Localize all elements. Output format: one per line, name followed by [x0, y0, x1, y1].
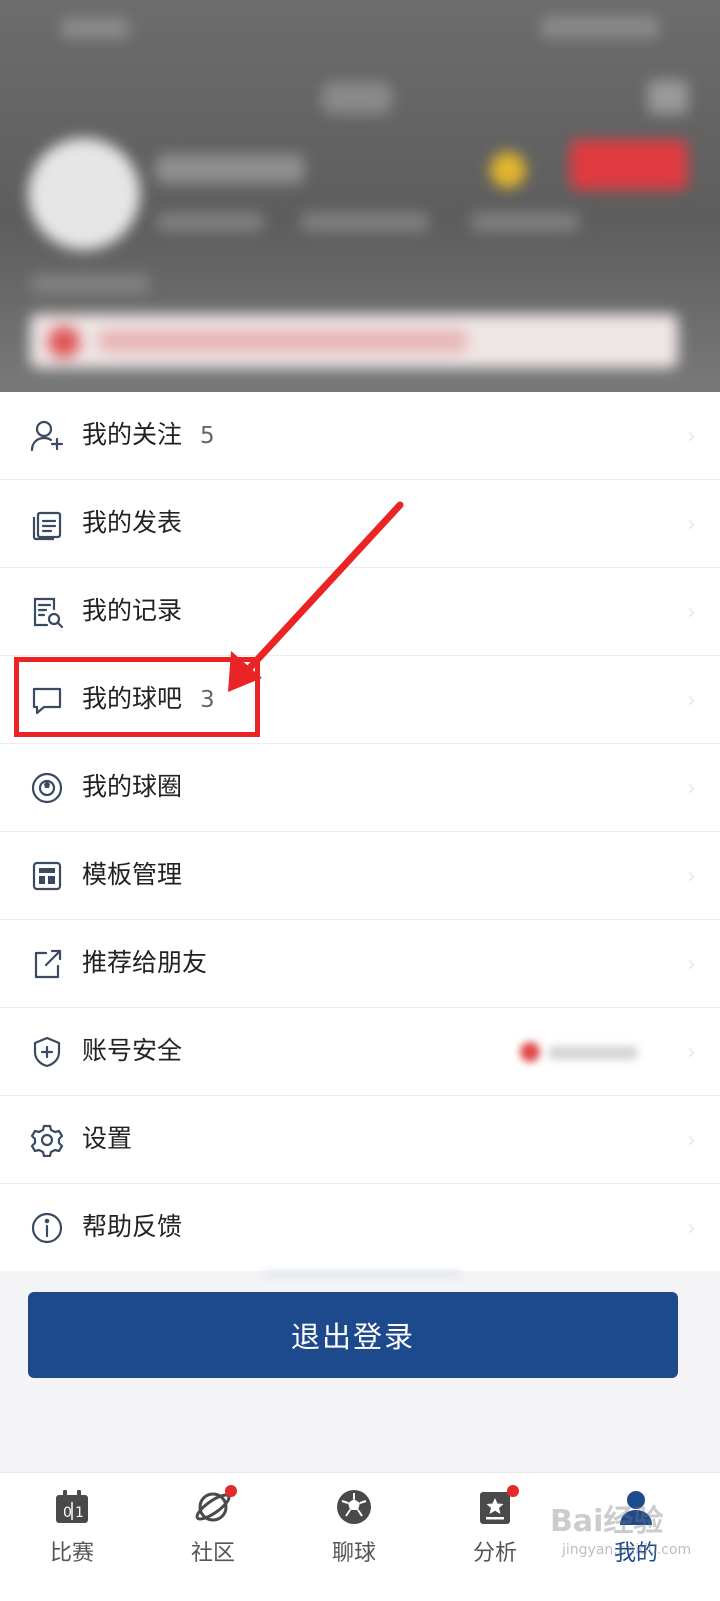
- documents-icon: [30, 507, 64, 541]
- menu-item-templates[interactable]: 模板管理 ›: [0, 832, 720, 920]
- tab-chat-ball[interactable]: 聊球: [294, 1473, 414, 1601]
- baidu-watermark: Bai经验 jingyan.baidu.com: [540, 1496, 710, 1568]
- menu-item-ball-circle[interactable]: 我的球圈 ›: [0, 744, 720, 832]
- share-icon: [30, 947, 64, 981]
- menu-item-recommend[interactable]: 推荐给朋友 ›: [0, 920, 720, 1008]
- logout-button[interactable]: 退出登录: [28, 1292, 678, 1378]
- security-status-badge: [520, 1042, 640, 1062]
- following-count: 5: [200, 423, 215, 449]
- watermark-url: jingyan.baidu.com: [562, 1542, 692, 1558]
- record-search-icon: [30, 595, 64, 629]
- template-icon: [30, 859, 64, 893]
- avatar[interactable]: [28, 138, 140, 250]
- profile-header: [0, 0, 720, 400]
- tab-analysis[interactable]: 分析: [435, 1473, 555, 1601]
- chevron-right-icon: ›: [687, 776, 696, 801]
- chevron-right-icon: ›: [687, 424, 696, 449]
- stat-likes[interactable]: [470, 212, 580, 232]
- header-menu-icon[interactable]: [648, 80, 688, 114]
- shield-icon: [30, 1035, 64, 1069]
- profile-header-blurred: [0, 0, 720, 400]
- user-add-icon: [30, 419, 64, 453]
- info-icon: [30, 1211, 64, 1245]
- menu-item-help-feedback[interactable]: 帮助反馈 ›: [0, 1184, 720, 1271]
- chevron-right-icon: ›: [687, 864, 696, 889]
- username: [155, 154, 305, 184]
- menu-item-account-security[interactable]: 账号安全 ›: [0, 1008, 720, 1096]
- tab-label: 比赛: [49, 1541, 94, 1566]
- tab-community[interactable]: 社区: [153, 1473, 273, 1601]
- tab-label: 社区: [190, 1541, 235, 1566]
- ball-circle-icon: [30, 771, 64, 805]
- chevron-right-icon: ›: [687, 1216, 696, 1241]
- menu-item-label: 模板管理: [82, 860, 183, 889]
- menu-item-following[interactable]: 我的关注 5 ›: [0, 392, 720, 480]
- chevron-right-icon: ›: [687, 952, 696, 977]
- menu-item-label: 账号安全: [82, 1036, 183, 1065]
- checkin-button[interactable]: [570, 140, 688, 190]
- annotation-highlight-box: [14, 657, 260, 737]
- menu-item-settings[interactable]: 设置 ›: [0, 1096, 720, 1184]
- menu-item-label: 我的发表: [82, 508, 183, 537]
- divider: [262, 1270, 462, 1280]
- svg-text:1: 1: [75, 1505, 84, 1521]
- status-bar-time: [60, 18, 130, 38]
- scoreboard-icon: 0 1: [52, 1487, 92, 1527]
- menu-item-label: 我的关注 5: [82, 420, 215, 449]
- page-title: [322, 82, 392, 114]
- chevron-right-icon: ›: [687, 512, 696, 537]
- watermark-logo-text: Bai经验: [550, 1504, 664, 1539]
- menu-item-label: 设置: [82, 1124, 133, 1153]
- chevron-right-icon: ›: [687, 600, 696, 625]
- coin-icon[interactable]: [490, 152, 526, 188]
- status-bar-indicators: [540, 16, 660, 38]
- analysis-badge-dot: [507, 1485, 519, 1497]
- menu-item-posts[interactable]: 我的发表 ›: [0, 480, 720, 568]
- stat-fans[interactable]: [300, 212, 430, 232]
- notice-alert-icon: [48, 326, 80, 358]
- menu-item-label: 我的球圈: [82, 772, 183, 801]
- svg-text:0: 0: [63, 1505, 72, 1521]
- menu-item-records[interactable]: 我的记录 ›: [0, 568, 720, 656]
- tab-matches[interactable]: 0 1 比赛: [12, 1473, 132, 1601]
- chevron-right-icon: ›: [687, 688, 696, 713]
- chevron-right-icon: ›: [687, 1128, 696, 1153]
- community-badge-dot: [225, 1485, 237, 1497]
- user-subtitle: [30, 274, 150, 294]
- tab-label: 聊球: [331, 1541, 376, 1566]
- menu-item-label: 推荐给朋友: [82, 948, 208, 977]
- menu-item-label: 帮助反馈: [82, 1212, 183, 1241]
- stat-following[interactable]: [155, 212, 265, 232]
- menu-list: 我的关注 5 › 我的发表 › 我的记录 › 我的球吧 3 › 我的球圈 › 模…: [0, 392, 720, 1271]
- tab-label: 分析: [472, 1541, 517, 1566]
- menu-item-label: 我的记录: [82, 596, 183, 625]
- chevron-right-icon: ›: [687, 1040, 696, 1065]
- gear-icon: [30, 1123, 64, 1157]
- football-icon: [334, 1487, 374, 1527]
- notice-text: [98, 330, 468, 352]
